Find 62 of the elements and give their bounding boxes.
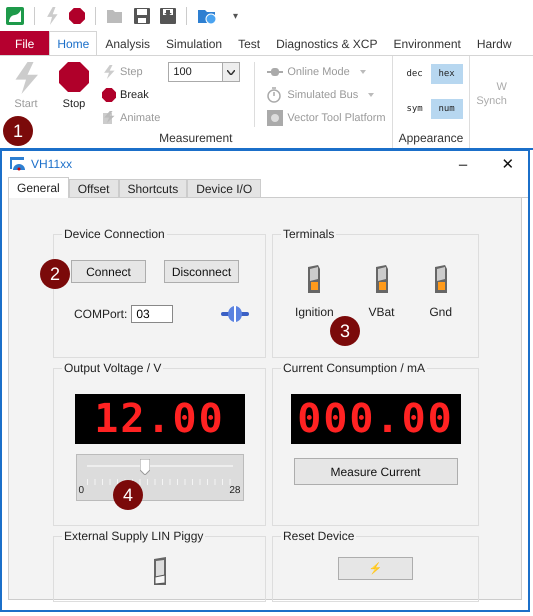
com-port-label: COMPort: [74, 307, 128, 321]
gauge-icon [10, 157, 26, 171]
ribbon-tab[interactable]: Simulation [158, 31, 230, 55]
stop-button[interactable]: Stop [54, 58, 94, 110]
switch-label: Ignition [295, 305, 334, 319]
break-button[interactable]: Break [102, 85, 160, 104]
com-port-field[interactable]: 03 [131, 305, 174, 323]
file-tab[interactable]: File [0, 31, 50, 55]
group-title: Device Connection [62, 227, 167, 241]
toggle-switch[interactable] [152, 557, 168, 587]
measure-current-button[interactable]: Measure Current [294, 458, 458, 485]
ribbon-tab[interactable]: Environment [385, 31, 469, 55]
chevron-down-icon [227, 70, 236, 74]
group-title: Current Consumption / mA [281, 361, 428, 375]
customize-menu-button[interactable]: ▾ [233, 10, 238, 22]
connection-button[interactable]: Connect [71, 260, 146, 283]
group-title: Reset Device [281, 529, 356, 543]
ribbon-tab[interactable]: Diagnostics & XCP [268, 31, 386, 55]
speed-combo-box[interactable]: 100 [168, 62, 240, 82]
stop-icon[interactable] [69, 8, 85, 24]
window-title: VH11xx [31, 157, 72, 171]
step-number-badge: 1 [3, 116, 33, 146]
stopwatch-icon [267, 86, 284, 102]
connector-icon [221, 306, 250, 322]
slider-max-label: 28 [229, 485, 240, 496]
group-label: Measurement [158, 131, 234, 147]
toggle-switch[interactable] [432, 265, 449, 295]
group-label: Appearance [398, 131, 464, 147]
group-title: Output Voltage / V [62, 361, 164, 375]
tab[interactable]: Device I/O [187, 179, 262, 197]
lightning-icon [102, 64, 116, 78]
tab[interactable]: Offset [68, 179, 118, 197]
format-toggle[interactable]: num [430, 99, 463, 119]
format-toggle[interactable]: sym [398, 99, 431, 119]
minimize-button[interactable]: – [443, 156, 483, 172]
seven-segment-display: 000.00 [290, 394, 460, 444]
plug-icon [267, 66, 284, 78]
format-toggle[interactable]: dec [398, 64, 431, 84]
ribbon-tab[interactable]: Analysis [97, 31, 158, 55]
group-title: Terminals [281, 227, 336, 241]
close-button[interactable]: ✕ [488, 155, 528, 173]
stop-icon [102, 88, 116, 102]
ribbon-tab[interactable]: Test [230, 31, 268, 55]
save-icon[interactable] [134, 8, 150, 24]
tab[interactable]: General [8, 177, 69, 198]
save-as-icon[interactable] [160, 8, 176, 24]
connection-button[interactable]: Disconnect [164, 260, 239, 283]
app-logo-icon[interactable] [6, 6, 24, 24]
toggle-switch[interactable] [374, 265, 390, 295]
toggle-switch[interactable] [306, 265, 322, 295]
slider-min-label: 0 [78, 485, 84, 496]
seven-segment-display: 12.00 [74, 394, 244, 444]
tab[interactable]: Shortcuts [118, 179, 188, 197]
stop-icon [59, 62, 89, 94]
slider-thumb[interactable] [140, 459, 150, 475]
group-title: External Supply LIN Piggy [62, 529, 206, 543]
animate-icon [102, 110, 116, 124]
switch-label: Gnd [429, 305, 452, 319]
format-toggle[interactable]: hex [430, 64, 463, 84]
switch-label: VBat [368, 305, 395, 319]
ribbon-tab[interactable]: Hardw [468, 31, 520, 55]
ribbon-tab[interactable]: Home [49, 31, 98, 55]
